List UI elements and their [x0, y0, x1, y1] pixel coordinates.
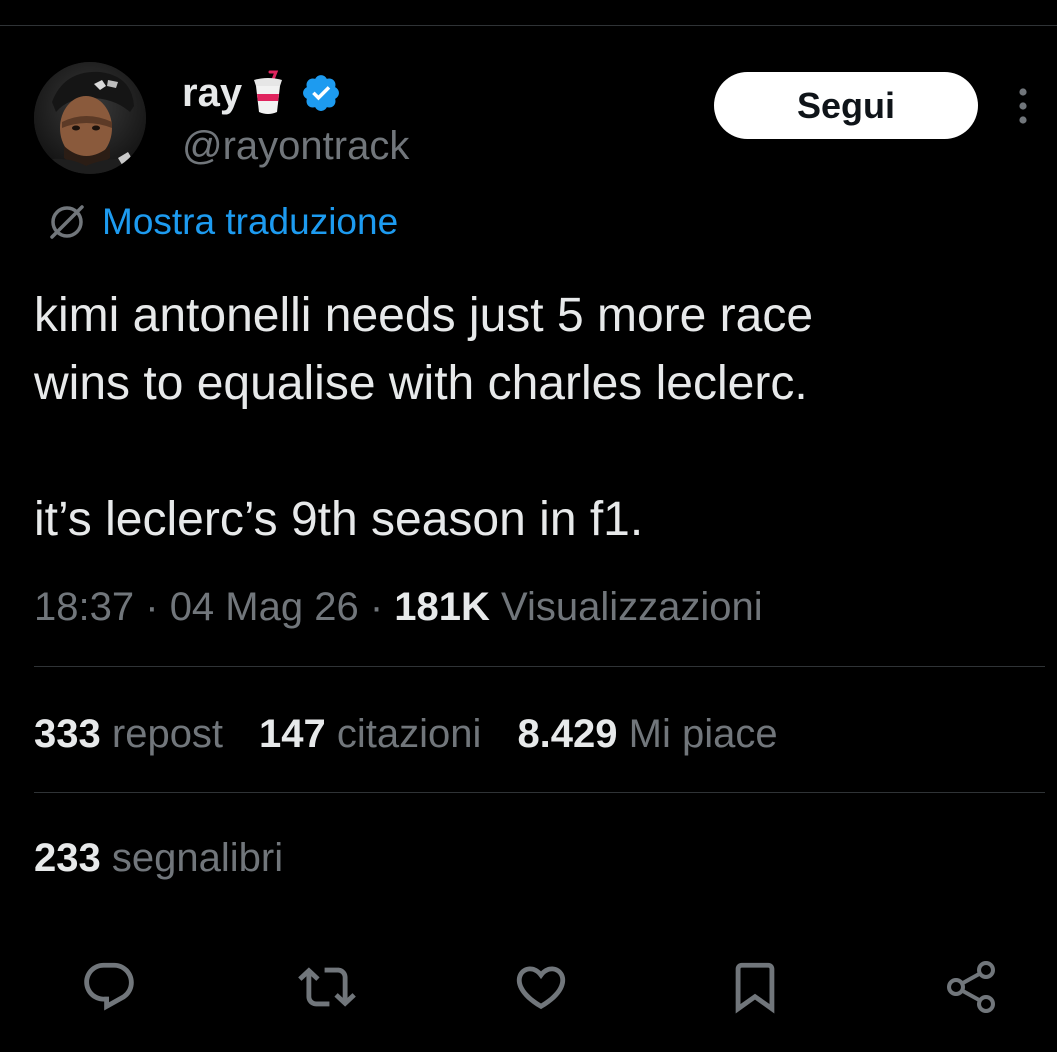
reposts-count: 333	[34, 712, 101, 756]
bookmarks-count: 233	[34, 836, 101, 880]
tweet-date[interactable]: 04 Mag 26	[170, 585, 359, 629]
top-divider	[0, 25, 1057, 26]
tweet-blank-line	[34, 418, 1024, 486]
views-count: 181K	[394, 585, 490, 629]
meta-separator: ·	[369, 585, 384, 629]
reposts-label: repost	[111, 712, 224, 756]
likes-count: 8.429	[517, 712, 618, 756]
like-icon[interactable]	[512, 958, 570, 1016]
reply-icon[interactable]	[80, 958, 138, 1016]
tweet-text-line: kimi antonelli needs just 5 more race	[34, 289, 814, 342]
display-name[interactable]: ray	[182, 66, 242, 120]
verified-badge-icon[interactable]	[300, 72, 342, 114]
quotes-label: citazioni	[336, 712, 482, 756]
display-name-row[interactable]: ray	[182, 66, 342, 120]
divider	[34, 666, 1045, 667]
show-translation-link[interactable]: Mostra traduzione	[44, 196, 398, 248]
meta-separator: ·	[145, 585, 159, 629]
share-icon[interactable]	[942, 958, 1000, 1016]
cup-with-straw-icon	[250, 70, 286, 116]
tweet-text-line: it’s leclerc’s 9th season in f1.	[34, 493, 644, 546]
follow-button[interactable]: Segui	[714, 72, 978, 139]
quotes-count: 147	[259, 712, 326, 756]
user-handle[interactable]: @rayontrack	[182, 120, 409, 172]
tweet-meta: 18:37 · 04 Mag 26 · 181K Visualizzazioni	[34, 580, 763, 634]
translate-icon	[44, 199, 90, 245]
engagement-stats: 333 repost 147 citazioni 8.429 Mi piace	[34, 706, 778, 762]
more-vertical-icon[interactable]	[1008, 84, 1038, 128]
show-translation-label[interactable]: Mostra traduzione	[102, 196, 398, 248]
tweet-text-line: wins to equalise with charles leclerc.	[34, 357, 808, 410]
reposts-stat[interactable]: 333 repost	[34, 706, 223, 762]
quotes-stat[interactable]: 147 citazioni	[259, 706, 481, 762]
likes-stat[interactable]: 8.429 Mi piace	[517, 706, 777, 762]
bookmarks-label: segnalibri	[111, 836, 284, 880]
avatar-image	[34, 62, 146, 174]
avatar[interactable]	[34, 62, 146, 174]
bookmarks-stat[interactable]: 233 segnalibri	[34, 830, 283, 886]
bookmark-icon[interactable]	[726, 958, 784, 1016]
tweet-text: kimi antonelli needs just 5 more race wi…	[34, 282, 1024, 554]
likes-label: Mi piace	[628, 712, 778, 756]
views-label: Visualizzazioni	[501, 585, 763, 629]
tweet-time[interactable]: 18:37	[34, 585, 134, 629]
divider	[34, 792, 1045, 793]
repost-icon[interactable]	[298, 958, 356, 1016]
